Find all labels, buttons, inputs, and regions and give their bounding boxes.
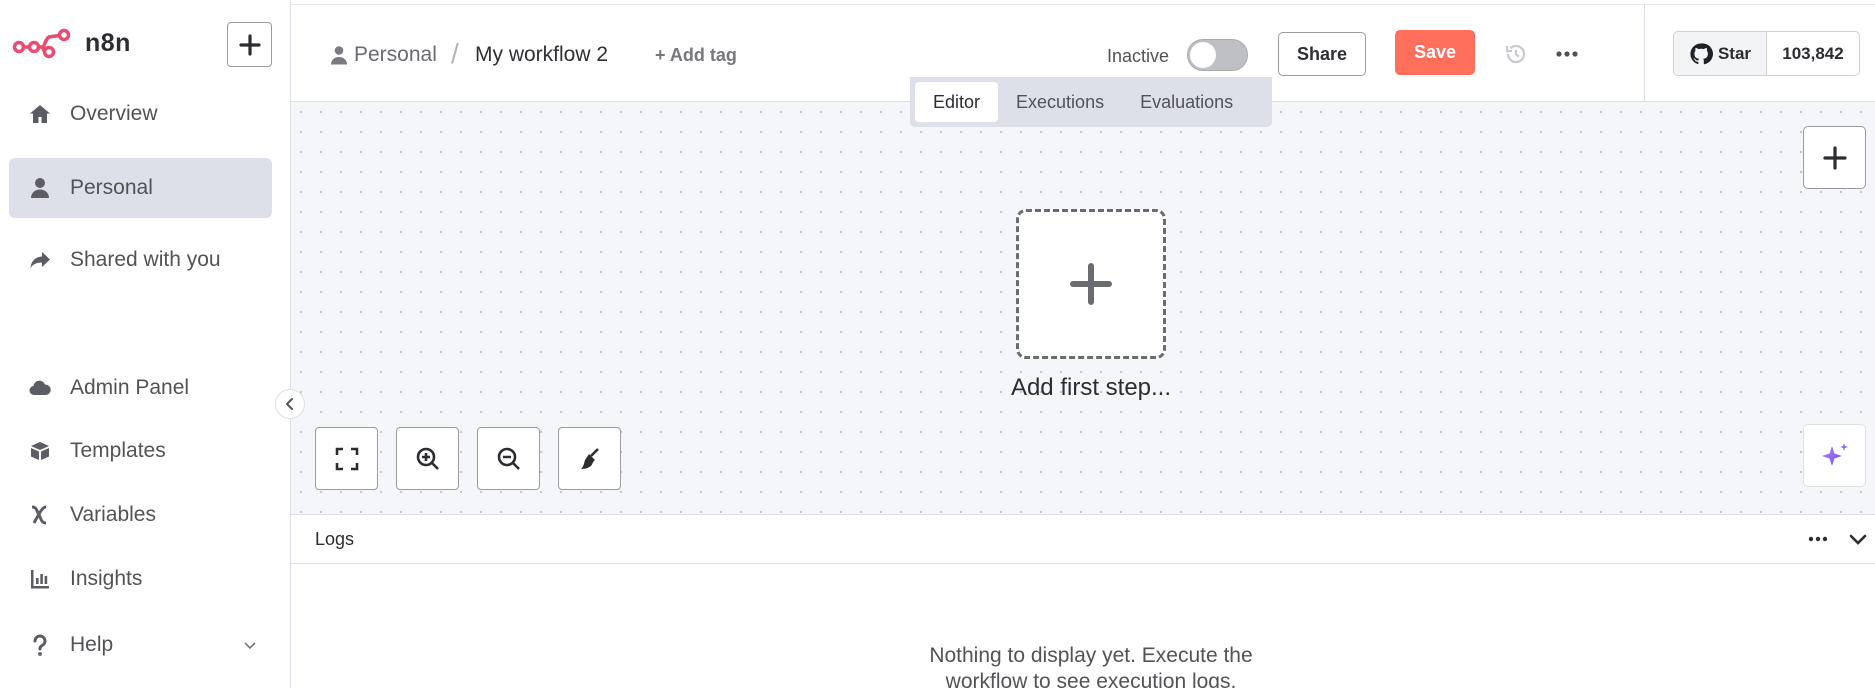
add-tag-button[interactable]: + Add tag <box>655 45 737 66</box>
app-name: n8n <box>85 28 131 57</box>
sidebar-item-personal[interactable]: Personal <box>9 158 272 218</box>
sidebar: n8n Overview Personal Shared with you Ad… <box>0 0 291 688</box>
add-node-button[interactable] <box>1803 126 1866 189</box>
github-star-text: Star <box>1717 43 1752 63</box>
github-star-label[interactable]: Star <box>1674 32 1767 75</box>
github-star-count[interactable]: 103,842 <box>1767 32 1859 75</box>
breadcrumb-project[interactable]: Personal <box>330 43 437 67</box>
chevron-left-icon <box>285 398 293 410</box>
sidebar-item-templates[interactable]: Templates <box>9 421 272 481</box>
cloud-icon <box>27 375 53 401</box>
add-first-step-label: Add first step... <box>1010 374 1172 401</box>
active-toggle[interactable] <box>1187 39 1248 71</box>
sidebar-item-label: Variables <box>70 503 156 526</box>
sidebar-item-help[interactable]: Help <box>9 615 272 675</box>
share-button[interactable]: Share <box>1278 32 1366 76</box>
sidebar-item-variables[interactable]: Variables <box>9 485 272 545</box>
question-icon <box>27 632 53 658</box>
logs-empty-message: Nothing to display yet. Execute the work… <box>929 644 1253 688</box>
zoom-out-icon <box>497 447 520 470</box>
n8n-logo[interactable]: n8n <box>12 26 131 60</box>
tab-executions[interactable]: Executions <box>998 82 1122 122</box>
fit-view-icon <box>335 447 358 470</box>
sidebar-item-overview[interactable]: Overview <box>9 84 272 144</box>
chevron-down-icon[interactable] <box>242 637 258 653</box>
sidebar-item-admin-panel[interactable]: Admin Panel <box>9 358 272 418</box>
save-button[interactable]: Save <box>1395 30 1475 75</box>
sidebar-item-label: Personal <box>70 176 153 199</box>
create-new-button[interactable] <box>227 22 272 67</box>
workflow-canvas[interactable]: Add first step... <box>291 102 1875 514</box>
github-icon <box>1690 42 1713 64</box>
zoom-out-button[interactable] <box>477 427 540 490</box>
variable-icon <box>27 502 53 528</box>
fit-view-button[interactable] <box>315 427 378 490</box>
tidy-up-button[interactable] <box>558 427 621 490</box>
user-icon <box>27 175 53 201</box>
ai-assistant-button[interactable] <box>1803 424 1866 487</box>
home-icon <box>27 101 53 127</box>
logs-more-icon[interactable] <box>1808 531 1828 547</box>
chart-icon <box>27 566 53 592</box>
workflow-status-label: Inactive <box>1107 46 1170 66</box>
collapse-sidebar-button[interactable] <box>275 389 305 419</box>
logs-panel: Logs Nothing to display yet. Execute the… <box>291 514 1875 688</box>
sidebar-item-label: Shared with you <box>70 248 221 271</box>
logs-header[interactable]: Logs <box>291 515 1875 564</box>
tab-evaluations[interactable]: Evaluations <box>1122 82 1251 122</box>
sidebar-item-shared-with-you[interactable]: Shared with you <box>9 230 272 290</box>
add-first-step-button[interactable] <box>1016 209 1166 359</box>
plus-icon <box>238 33 261 56</box>
box-icon <box>27 438 53 464</box>
header-divider <box>1644 5 1645 102</box>
sparkle-icon <box>1821 442 1848 466</box>
chevron-down-icon[interactable] <box>1848 530 1868 548</box>
sidebar-item-label: Templates <box>70 439 166 462</box>
n8n-logo-icon <box>12 28 71 59</box>
breadcrumb-project-label: Personal <box>354 43 437 66</box>
sidebar-item-label: Admin Panel <box>70 376 190 399</box>
breadcrumb-separator: / <box>451 38 459 69</box>
github-star-button[interactable]: Star 103,842 <box>1673 31 1860 76</box>
tab-editor[interactable]: Editor <box>915 82 999 122</box>
history-icon[interactable] <box>1504 42 1528 66</box>
more-options-icon[interactable] <box>1547 39 1587 69</box>
view-tabs: Editor Executions Evaluations <box>910 77 1272 127</box>
plus-icon <box>1822 145 1847 170</box>
sidebar-item-label: Help <box>70 633 114 656</box>
workflow-name[interactable]: My workflow 2 <box>475 43 608 67</box>
toggle-knob <box>1190 42 1216 68</box>
zoom-in-icon <box>416 447 439 470</box>
plus-icon <box>1070 263 1112 305</box>
sidebar-item-label: Overview <box>70 102 158 125</box>
broom-icon <box>580 447 599 469</box>
zoom-in-button[interactable] <box>396 427 459 490</box>
share-icon <box>27 247 53 273</box>
sidebar-item-insights[interactable]: Insights <box>9 549 272 609</box>
logs-title: Logs <box>315 529 355 549</box>
user-icon <box>331 46 347 65</box>
sidebar-item-label: Insights <box>70 567 143 590</box>
